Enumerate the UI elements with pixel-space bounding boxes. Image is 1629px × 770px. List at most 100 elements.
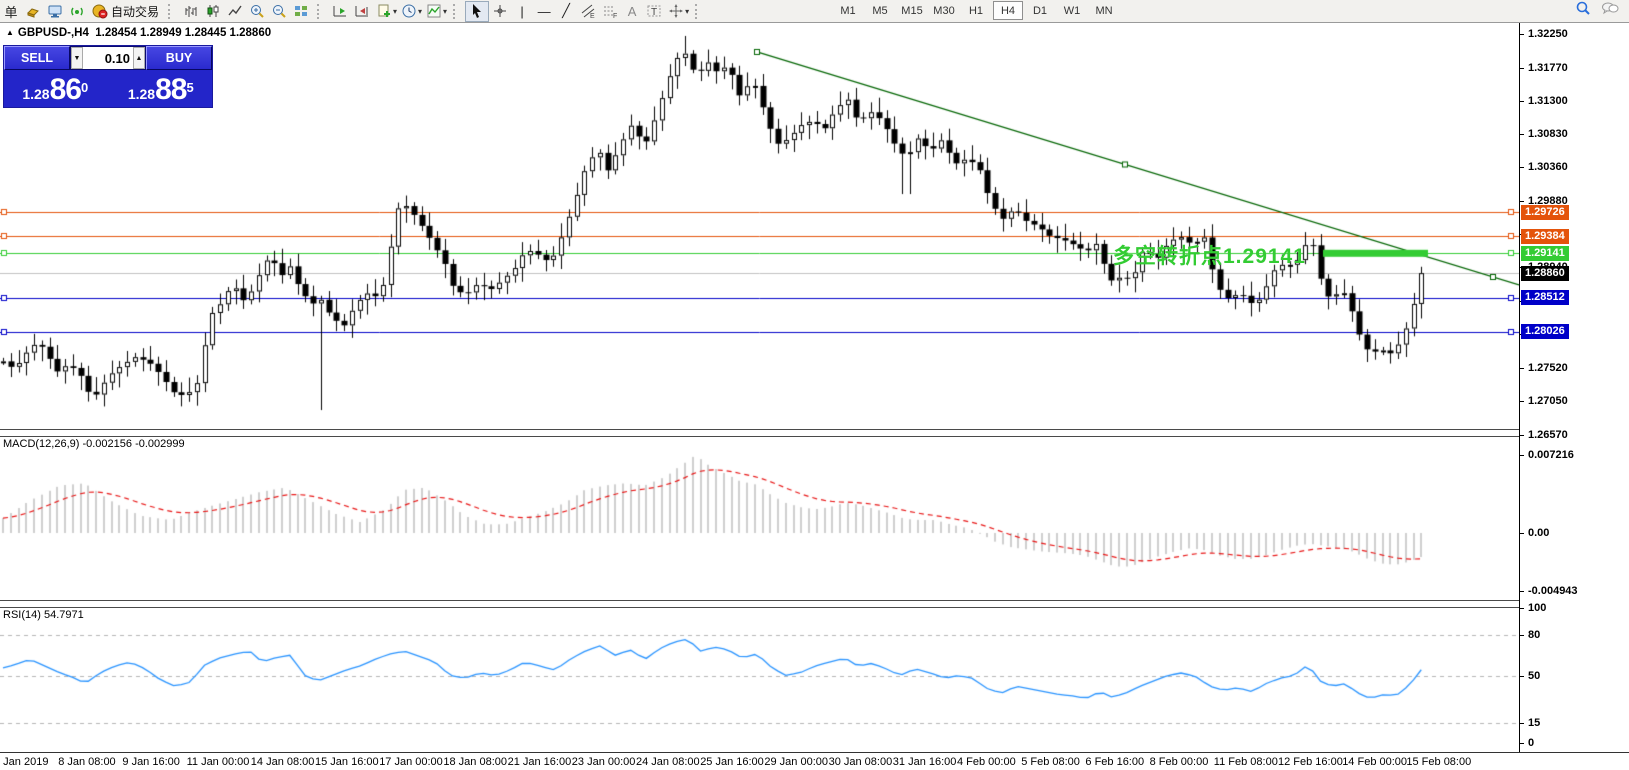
- autotrading-label: 自动交易: [111, 3, 159, 20]
- rsi-indicator-label: RSI(14) 54.7971: [3, 609, 84, 621]
- price-tick-label: 1.30360: [1520, 160, 1568, 174]
- horizontal-line-tool-icon[interactable]: —: [533, 2, 555, 21]
- date-label: 17 Jan 00:00: [379, 756, 443, 768]
- timeframe-button-m15[interactable]: M15: [897, 1, 927, 20]
- candlestick-chart-type-icon[interactable]: [202, 2, 224, 21]
- periods-dropdown-caret[interactable]: ▾: [418, 7, 422, 16]
- svg-text:T: T: [651, 7, 657, 18]
- sell-price-base: 1.28: [22, 84, 49, 104]
- zoom-in-icon[interactable]: [246, 2, 268, 21]
- zoom-out-icon[interactable]: [268, 2, 290, 21]
- sell-price-display[interactable]: 1.28860: [4, 71, 107, 107]
- price-line-label: 1.29141: [1521, 246, 1569, 261]
- sell-price-big: 86: [50, 76, 81, 104]
- timeframe-button-h1[interactable]: H1: [961, 1, 991, 20]
- price-line-label: 1.28512: [1521, 290, 1569, 305]
- price-line-label: 1.29726: [1521, 205, 1569, 220]
- price-axis[interactable]: 1.322501.317701.313001.308301.303601.298…: [1519, 22, 1629, 752]
- collapse-triangle-icon[interactable]: ▲: [6, 28, 14, 37]
- rsi-tick-label: 0: [1520, 736, 1534, 750]
- symbol-title: ▲GBPUSD-,H4 1.28454 1.28949 1.28445 1.28…: [6, 27, 271, 39]
- price-tick-label: 1.32250: [1520, 27, 1568, 41]
- bar-chart-type-icon[interactable]: [180, 2, 202, 21]
- date-label: 11 Feb 08:00: [1214, 756, 1278, 768]
- timeframe-button-m1[interactable]: M1: [833, 1, 863, 20]
- rsi-tick-label: 15: [1520, 716, 1540, 730]
- vertical-line-tool-icon[interactable]: |: [511, 2, 533, 21]
- sell-price-pip: 0: [81, 73, 88, 103]
- new-order-dropdown-caret[interactable]: ▾: [393, 7, 397, 16]
- auto-scroll-icon[interactable]: [329, 2, 351, 21]
- date-label: 21 Jan 16:00: [508, 756, 572, 768]
- panel-separator[interactable]: [0, 600, 1629, 608]
- rsi-panel-canvas[interactable]: [0, 606, 1519, 752]
- timeframe-button-h4[interactable]: H4: [993, 1, 1023, 20]
- toolbar-grip: [453, 4, 462, 19]
- rsi-tick-label: 80: [1520, 628, 1540, 642]
- date-label: 4 Feb 00:00: [957, 756, 1016, 768]
- time-axis[interactable]: 7 Jan 20198 Jan 08:009 Jan 16:0011 Jan 0…: [0, 753, 1629, 770]
- chart-shift-icon[interactable]: [351, 2, 373, 21]
- macd-tick-label: 0.007216: [1520, 448, 1574, 462]
- text-label-tool-icon[interactable]: T: [643, 2, 665, 21]
- date-label: 24 Jan 08:00: [636, 756, 700, 768]
- macd-indicator-label: MACD(12,26,9) -0.002156 -0.002999: [3, 438, 185, 450]
- price-tick-label: 1.30830: [1520, 127, 1568, 141]
- timeframe-button-w1[interactable]: W1: [1057, 1, 1087, 20]
- tile-windows-icon[interactable]: [290, 2, 312, 21]
- main-chart-canvas[interactable]: [0, 22, 1519, 429]
- svg-text:E: E: [590, 13, 595, 19]
- price-tick-label: 1.26570: [1520, 428, 1568, 442]
- price-tick-label: 1.31770: [1520, 61, 1568, 75]
- timeframe-button-m30[interactable]: M30: [929, 1, 959, 20]
- date-label: 18 Jan 08:00: [443, 756, 507, 768]
- fibonacci-tool-icon[interactable]: F: [599, 2, 621, 21]
- timeframe-button-d1[interactable]: D1: [1025, 1, 1055, 20]
- partial-toolbar-button[interactable]: 单: [0, 2, 22, 21]
- timeframe-button-m5[interactable]: M5: [865, 1, 895, 20]
- sell-button[interactable]: SELL: [4, 46, 70, 70]
- trendline-tool-icon[interactable]: ╱: [555, 2, 577, 21]
- buy-price-display[interactable]: 1.28885: [110, 71, 213, 107]
- date-label: 7 Jan 2019: [0, 756, 48, 768]
- shapes-dropdown-caret[interactable]: ▾: [685, 7, 689, 16]
- timeframe-toolbar: M1M5M15M30H1H4D1W1MN: [832, 1, 1120, 20]
- lot-increase-button[interactable]: ▲: [133, 47, 145, 69]
- one-click-trading-panel: SELL ▼ ▲ BUY 1.28860 1.28885: [3, 45, 213, 108]
- indicators-icon[interactable]: [423, 2, 445, 21]
- date-label: 8 Jan 08:00: [58, 756, 116, 768]
- autotrading-button[interactable]: 自动交易: [88, 2, 163, 21]
- date-label: 14 Feb 00:00: [1342, 756, 1407, 768]
- toolbar-grip: [317, 4, 326, 19]
- chat-icon[interactable]: [1601, 0, 1619, 21]
- community-icon[interactable]: [44, 2, 66, 21]
- price-line-label: 1.28860: [1521, 266, 1569, 281]
- text-tool-icon[interactable]: A: [621, 2, 643, 21]
- signal-icon[interactable]: [66, 2, 88, 21]
- mt4-window: { "toolbar": { "partial_button": "单", "a…: [0, 0, 1629, 770]
- new-order-icon[interactable]: [373, 2, 395, 21]
- date-label: 25 Jan 16:00: [700, 756, 764, 768]
- date-label: 12 Feb 16:00: [1278, 756, 1343, 768]
- timeframe-button-mn[interactable]: MN: [1089, 1, 1119, 20]
- lot-size-input[interactable]: [83, 47, 133, 69]
- buy-button[interactable]: BUY: [146, 46, 212, 70]
- channel-tool-icon[interactable]: E: [577, 2, 599, 21]
- date-label: 11 Jan 00:00: [187, 756, 250, 768]
- price-line-label: 1.28026: [1521, 324, 1569, 339]
- cursor-tool-icon[interactable]: [465, 1, 489, 22]
- line-chart-type-icon[interactable]: [224, 2, 246, 21]
- search-icon[interactable]: [1575, 0, 1591, 21]
- panel-separator[interactable]: [0, 429, 1629, 437]
- lot-decrease-button[interactable]: ▼: [71, 47, 83, 69]
- indicators-dropdown-caret[interactable]: ▾: [443, 7, 447, 16]
- shapes-tool-icon[interactable]: [665, 2, 687, 21]
- lot-size-spinner: ▼ ▲: [70, 46, 146, 70]
- periods-clock-icon[interactable]: [398, 2, 420, 21]
- date-label: 8 Feb 00:00: [1150, 756, 1209, 768]
- date-label: 14 Jan 08:00: [251, 756, 315, 768]
- price-tick-label: 1.27520: [1520, 361, 1568, 375]
- crosshair-tool-icon[interactable]: [489, 2, 511, 21]
- gold-icon[interactable]: [22, 2, 44, 21]
- macd-panel-canvas[interactable]: [0, 435, 1519, 600]
